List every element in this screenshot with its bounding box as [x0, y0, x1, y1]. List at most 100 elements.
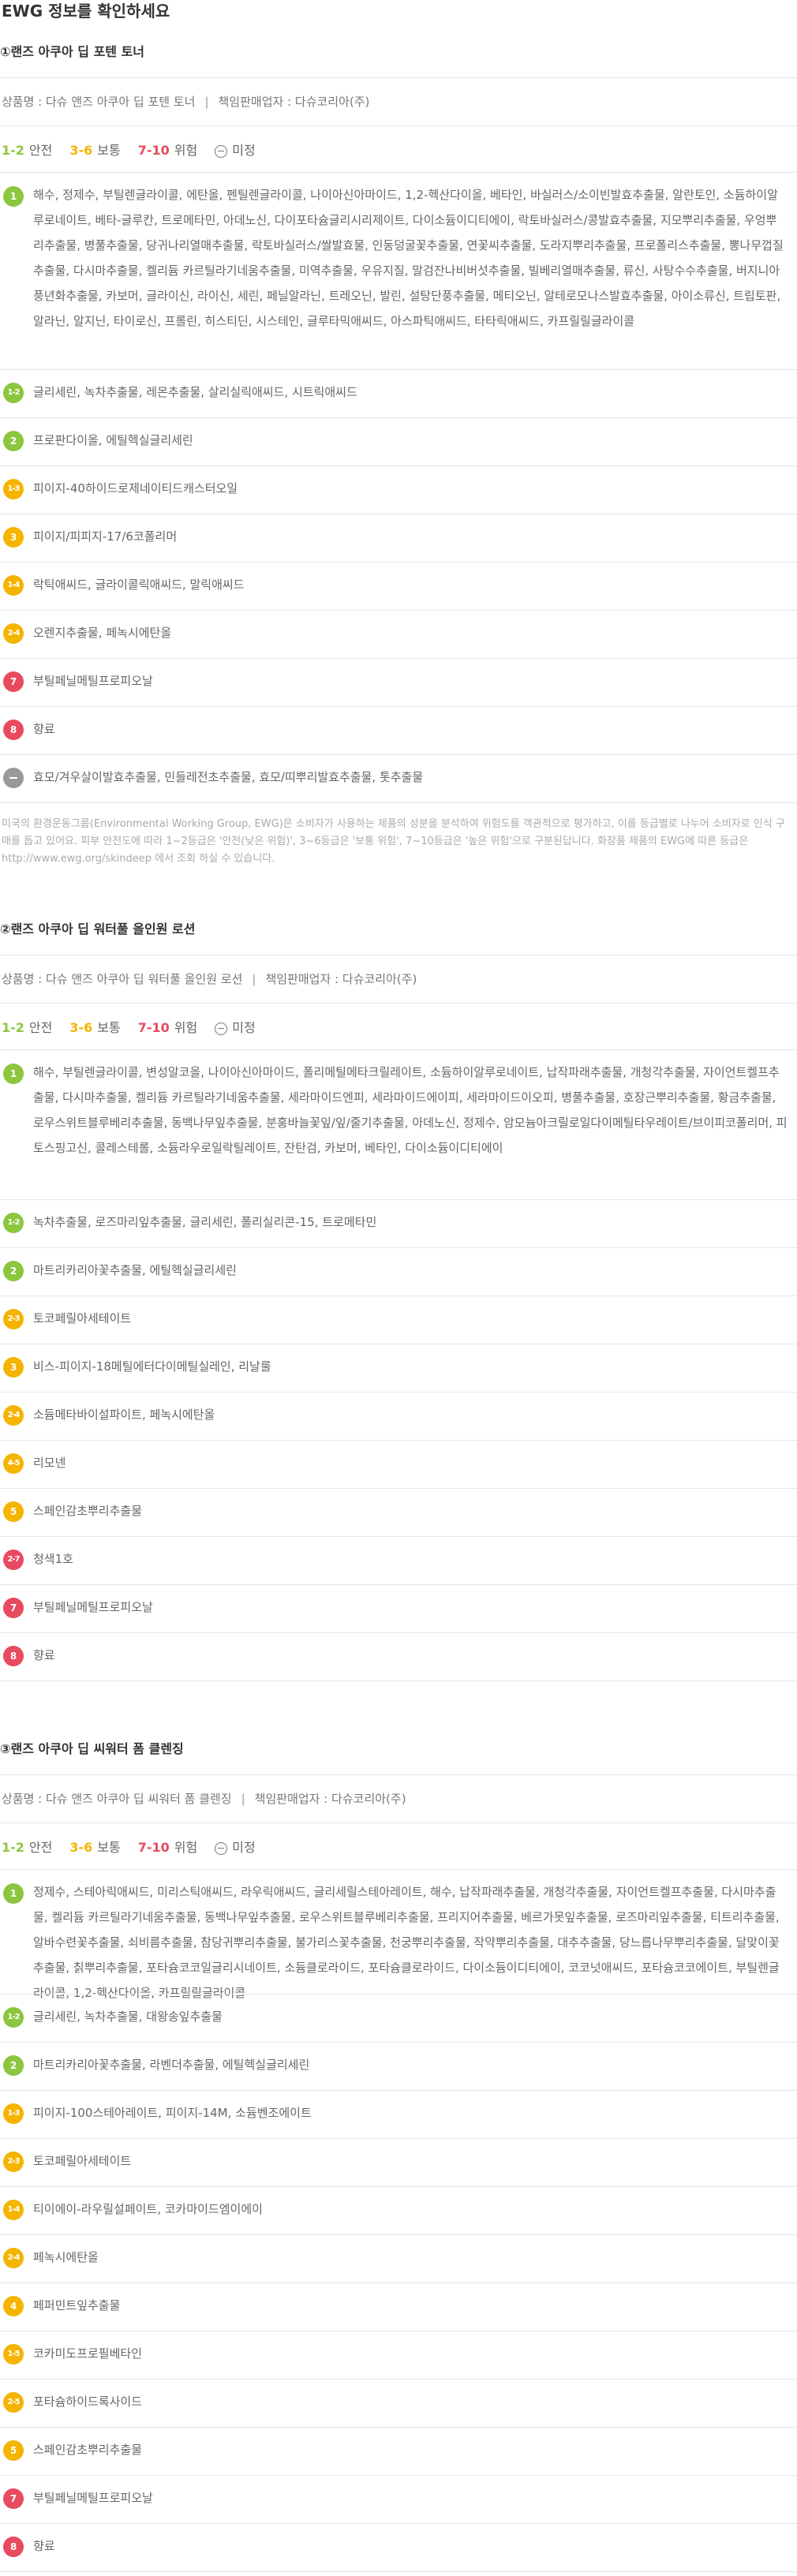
ingredient-row: 1-2 글리세린, 녹차추출물, 레몬추출물, 살리실릭애씨드, 시트릭애씨드: [0, 369, 797, 417]
grade-badge: 1-3: [3, 2103, 24, 2124]
ingredient-text: 피이지-100스테아레이트, 피이지-14M, 소듐벤조에이트: [33, 2106, 312, 2120]
ingredient-row: 5 스페인감초뿌리추출물: [0, 2427, 797, 2475]
ingredient-text: 스페인감초뿌리추출물: [33, 2443, 143, 2457]
ewg-disclaimer: 미국의 환경운동그룹(Environmental Working Group, …: [0, 802, 797, 872]
ingredient-text: 페퍼민트잎추출물: [33, 2298, 121, 2312]
ingredient-text: 오렌지추출물, 페녹시에탄올: [33, 626, 172, 640]
ingredient-row: 2-4 페녹시에탄올: [0, 2234, 797, 2283]
grade-legend: 1-2 안전 3-6 보통 7-10 위험 미정: [0, 1823, 797, 1869]
info-separator: |: [241, 1792, 245, 1806]
legend-unknown: 미정: [215, 1837, 256, 1856]
legend-safe: 1-2 안전: [2, 1840, 53, 1855]
ingredient-row: 3 비스-피이지-18메틸에터다이메틸실레인, 리날룰: [0, 1344, 797, 1392]
legend-danger: 7-10 위험: [137, 1020, 198, 1035]
ingredient-text: 피이지-40하이드로제네이티드캐스터오일: [33, 481, 238, 495]
product-name: 상품명 : 다슈 앤즈 아쿠아 딥 워터풀 올인원 로션: [2, 972, 243, 986]
grade-badge: 1-4: [3, 2200, 24, 2220]
grade-badge: 1-4: [3, 575, 24, 596]
ingredient-row: 2-3 토코페릴아세테이트: [0, 2138, 797, 2186]
product-name: 상품명 : 다슈 앤즈 아쿠아 딥 포텐 토너: [2, 95, 196, 109]
ingredient-row: 1 정제수, 스테아릭애씨드, 미리스틱애씨드, 라우릭애씨드, 글리세릴스테아레…: [0, 1869, 797, 2000]
grade-badge: 4: [3, 2296, 24, 2316]
ingredient-row: 8 향료: [0, 1632, 797, 1681]
ingredient-text: 프로판다이올, 에틸헥실글리세린: [33, 433, 193, 447]
grade-badge: 4-5: [3, 1453, 24, 1474]
ingredient-row: 4-5 리모넨: [0, 1440, 797, 1488]
product-title: ②랜즈 아쿠아 딥 워터풀 올인원 로션: [0, 922, 196, 937]
legend-safe: 1-2 안전: [2, 143, 53, 158]
grade-badge: 2-4: [3, 623, 24, 644]
grade-badge: [3, 768, 24, 788]
ingredient-row: 2-5 포타슘하이드록사이드: [0, 2379, 797, 2427]
ingredient-row: 2 마트리카리아꽃추출물, 에틸헥실글리세린: [0, 1247, 797, 1295]
ingredient-text: 마트리카리아꽃추출물, 에틸헥실글리세린: [33, 1263, 237, 1277]
grade-badge: 2-5: [3, 2392, 24, 2413]
seller-name: 책임판매업자 : 다슈코리아(주): [218, 95, 370, 109]
ingredient-row: 3 피이지/피피지-17/6코폴리머: [0, 514, 797, 562]
ingredient-text: 부틸페닐메틸프로피오날: [33, 1600, 153, 1614]
info-separator: |: [204, 95, 209, 109]
ingredient-text: 글리세린, 녹차추출물, 대왕송잎추출물: [33, 2010, 223, 2024]
ingredient-row: 7 부틸페닐메틸프로피오날: [0, 2475, 797, 2523]
ingredient-row: 2 프로판다이올, 에틸헥실글리세린: [0, 417, 797, 465]
minus-circle-icon: [215, 1841, 228, 1855]
product-info: 상품명 : 다슈 앤즈 아쿠아 딥 워터풀 올인원 로션 | 책임판매업자 : 다슈…: [0, 955, 797, 1004]
ingredient-text: 소듐메타바이설파이트, 페녹시에탄올: [33, 1408, 215, 1422]
product-title: ①랜즈 아쿠아 딥 포텐 토너: [0, 44, 145, 59]
ingredient-text: 티이에이-라우릴설페이트, 코카마이드엠이에이: [33, 2202, 263, 2216]
section-divider: [0, 2571, 797, 2572]
ingredient-row: 1 해수, 부틸렌글라이콜, 변성알코올, 나이아신아마이드, 폴리메틸메타크릴레…: [0, 1049, 797, 1199]
info-separator: |: [252, 972, 256, 986]
product-info: 상품명 : 다슈 앤즈 아쿠아 딥 씨워터 폼 클렌징 | 책임판매업자 : 다슈코…: [0, 1774, 797, 1823]
legend-safe: 1-2 안전: [2, 1020, 53, 1035]
grade-badge: 2-4: [3, 2248, 24, 2268]
ingredient-row: 1-3 피이지-40하이드로제네이티드캐스터오일: [0, 465, 797, 514]
ingredient-row: 2 마트리카리아꽃추출물, 라벤더추출물, 에틸헥실글리세린: [0, 2042, 797, 2090]
ingredient-row: 8 향료: [0, 706, 797, 754]
ingredient-row: 2-4 소듐메타바이설파이트, 페녹시에탄올: [0, 1392, 797, 1440]
legend-moderate: 3-6 보통: [69, 1020, 121, 1035]
ingredient-text: 부틸페닐메틸프로피오날: [33, 2491, 153, 2505]
grade-badge: 1-5: [3, 2344, 24, 2365]
grade-badge: 2-3: [3, 1309, 24, 1329]
ingredient-row: 8 향료: [0, 2523, 797, 2571]
seller-name: 책임판매업자 : 다슈코리아(주): [254, 1792, 406, 1806]
ingredient-row: 2-4 오렌지추출물, 페녹시에탄올: [0, 610, 797, 658]
grade-badge: 2: [3, 1261, 24, 1281]
ingredient-text: 스페인감초뿌리추출물: [33, 1504, 143, 1518]
grade-badge: 1: [3, 186, 24, 207]
grade-badge: 2-3: [3, 2152, 24, 2172]
ingredient-text: 코카미도프로필베타인: [33, 2346, 143, 2361]
ingredient-row: 7 부틸페닐메틸프로피오날: [0, 1584, 797, 1632]
grade-badge: 2: [3, 2055, 24, 2076]
grade-badge: 5: [3, 2440, 24, 2461]
ingredient-text: 포타슘하이드록사이드: [33, 2395, 143, 2409]
grade-legend: 1-2 안전 3-6 보통 7-10 위험 미정: [0, 126, 797, 172]
ingredient-row: 1-4 락틱애씨드, 글라이콜릭애씨드, 말릭애씨드: [0, 562, 797, 610]
ingredient-row: 7 부틸페닐메틸프로피오날: [0, 658, 797, 706]
ingredient-text: 락틱애씨드, 글라이콜릭애씨드, 말릭애씨드: [33, 578, 245, 592]
grade-badge: 1-3: [3, 479, 24, 499]
grade-badge: 5: [3, 1501, 24, 1522]
grade-badge: 8: [3, 1646, 24, 1666]
ingredient-text: 정제수, 스테아릭애씨드, 미리스틱애씨드, 라우릭애씨드, 글리세릴스테아레이…: [33, 1885, 780, 2000]
ingredient-row: 2-7 청색1호: [0, 1536, 797, 1584]
ingredient-row: 효모/겨우살이발효추출물, 민들레전초추출물, 효모/띠뿌리발효추출물, 톳추출…: [0, 754, 797, 802]
ingredient-text: 향료: [33, 1648, 55, 1662]
ingredient-row: 1-3 피이지-100스테아레이트, 피이지-14M, 소듐벤조에이트: [0, 2090, 797, 2138]
seller-name: 책임판매업자 : 다슈코리아(주): [265, 972, 417, 986]
ingredient-text: 리모넨: [33, 1456, 66, 1470]
ingredient-text: 글리세린, 녹차추출물, 레몬추출물, 살리실릭애씨드, 시트릭애씨드: [33, 385, 357, 399]
grade-badge: 7: [3, 2488, 24, 2509]
grade-badge: 1-2: [3, 383, 24, 403]
ingredient-text: 해수, 정제수, 부틸렌글라이콜, 에탄올, 펜틸렌글라이콜, 나이아신아마이드…: [33, 188, 784, 328]
ingredient-text: 토코페릴아세테이트: [33, 2154, 132, 2168]
legend-danger: 7-10 위험: [137, 143, 198, 158]
product-name: 상품명 : 다슈 앤즈 아쿠아 딥 씨워터 폼 클렌징: [2, 1792, 232, 1806]
ingredient-text: 토코페릴아세테이트: [33, 1311, 132, 1325]
grade-badge: 1-2: [3, 2007, 24, 2028]
grade-badge: 1: [3, 1883, 24, 1904]
product-section: ①랜즈 아쿠아 딥 포텐 토너상품명 : 다슈 앤즈 아쿠아 딥 포텐 토너 | 책…: [0, 0, 797, 872]
product-info: 상품명 : 다슈 앤즈 아쿠아 딥 포텐 토너 | 책임판매업자 : 다슈코리아(주…: [0, 77, 797, 126]
ingredient-row: 1-2 글리세린, 녹차추출물, 대왕송잎추출물: [0, 1994, 797, 2042]
